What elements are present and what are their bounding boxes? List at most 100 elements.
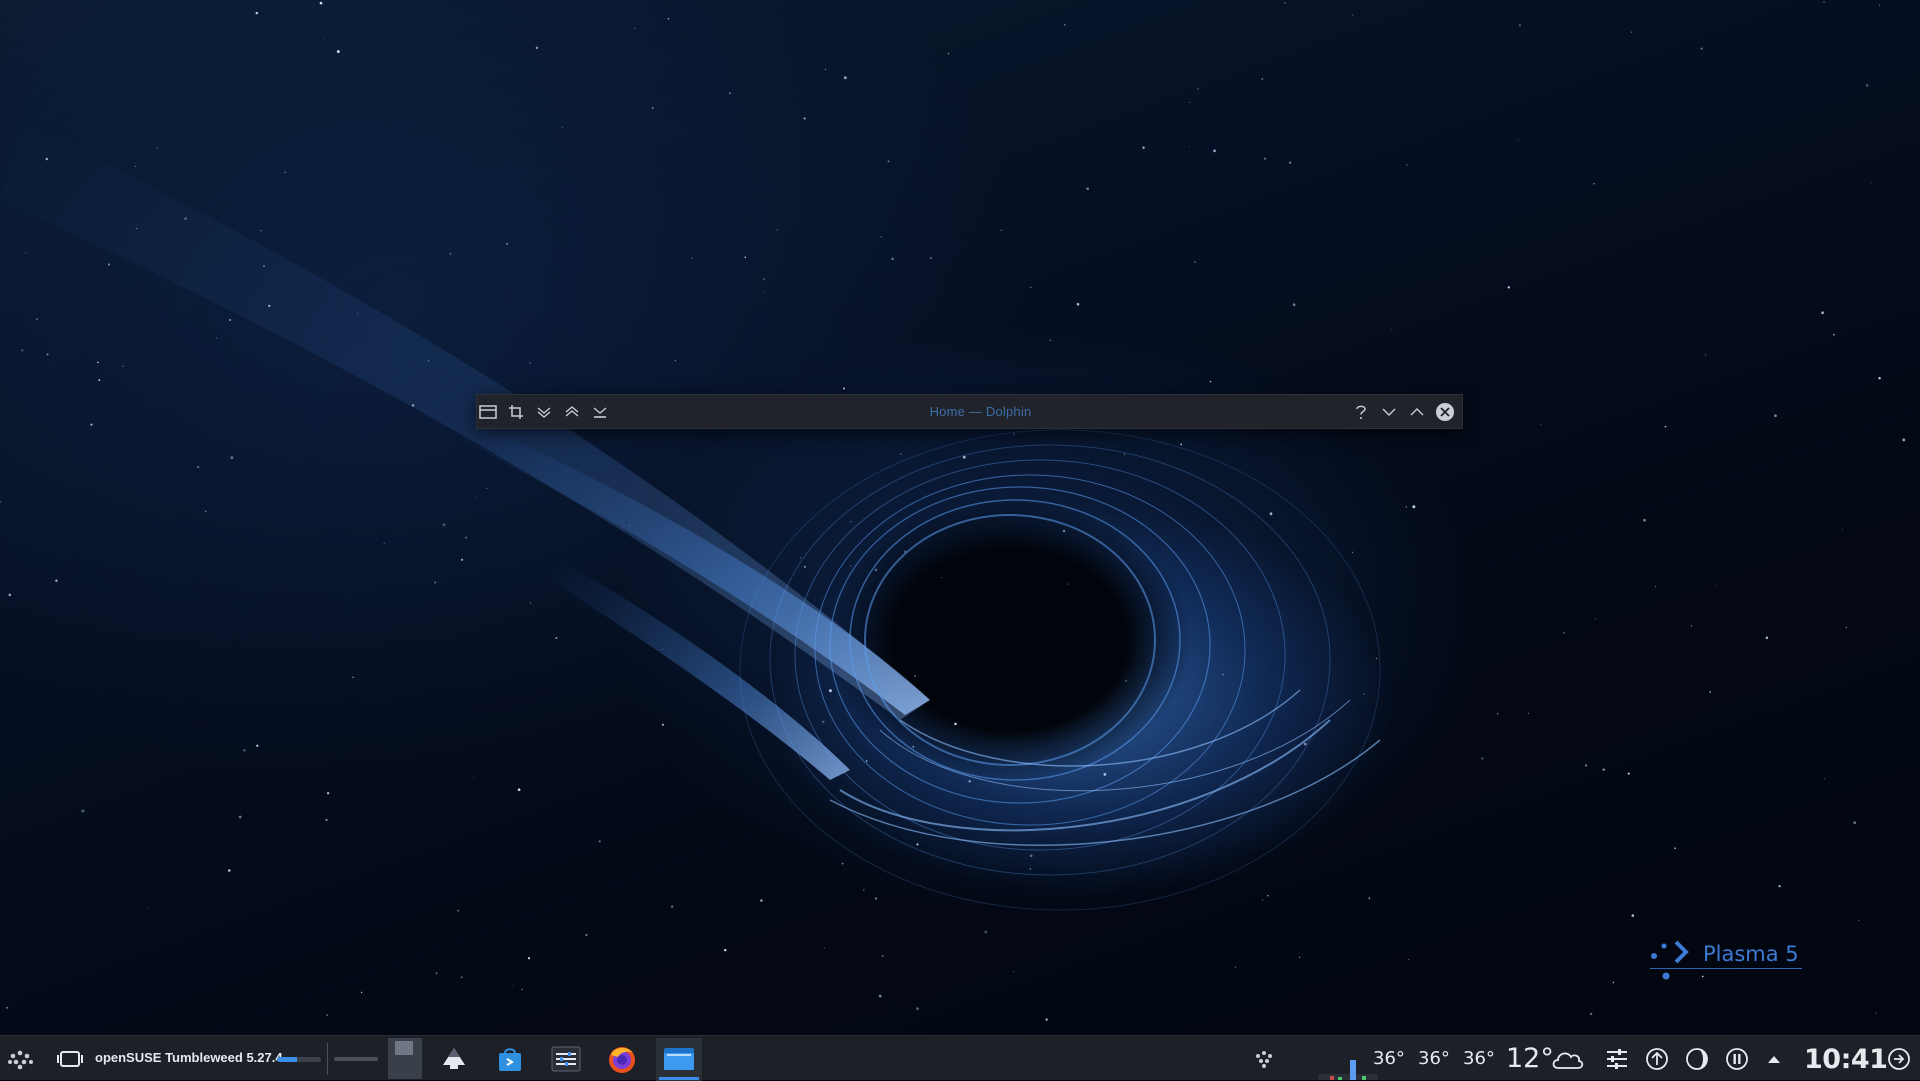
star <box>916 1007 919 1011</box>
star <box>1000 229 1002 231</box>
minimize-icon[interactable] <box>1378 401 1400 423</box>
star <box>6 1006 9 1009</box>
star <box>461 976 463 978</box>
star <box>661 723 664 726</box>
star <box>242 748 246 752</box>
star <box>1631 914 1635 917</box>
star <box>156 147 158 149</box>
star <box>891 257 894 261</box>
inkscape-launcher[interactable] <box>434 1042 474 1076</box>
star <box>1189 101 1191 103</box>
star <box>1213 149 1216 153</box>
dolphin-window-titlebar[interactable]: Home — Dolphin <box>476 394 1463 429</box>
star <box>1303 742 1307 746</box>
star <box>822 720 825 724</box>
star <box>564 1028 566 1029</box>
discover-launcher[interactable] <box>490 1042 530 1076</box>
star <box>585 933 588 936</box>
star <box>122 365 124 367</box>
plasma-logo-underline <box>1650 968 1802 969</box>
virtual-machine-icon[interactable] <box>56 1046 84 1072</box>
tray-expand-icon[interactable] <box>1764 1046 1784 1072</box>
star <box>1013 970 1015 972</box>
weather-temperature[interactable]: 12° <box>1506 1043 1554 1074</box>
system-monitor-graph[interactable] <box>1318 1044 1378 1080</box>
star <box>460 558 464 561</box>
star <box>598 840 601 843</box>
star <box>1067 583 1069 585</box>
star <box>954 722 957 726</box>
dolphin-launcher[interactable] <box>659 1042 699 1076</box>
star <box>1261 899 1264 901</box>
star <box>527 957 531 960</box>
firefox-launcher[interactable] <box>602 1042 642 1076</box>
star <box>1029 868 1032 870</box>
star <box>1865 84 1869 87</box>
star <box>1821 311 1824 315</box>
star <box>850 521 852 523</box>
star <box>1517 140 1519 142</box>
star <box>1902 438 1906 442</box>
pager-slider[interactable] <box>334 1057 378 1061</box>
star <box>319 1 323 5</box>
digital-clock[interactable]: 10:41 <box>1804 1044 1888 1075</box>
keep-above-icon[interactable] <box>561 401 583 423</box>
star <box>651 106 654 110</box>
star <box>1299 956 1301 958</box>
star <box>442 523 446 527</box>
star <box>1363 693 1365 695</box>
star <box>1602 768 1605 771</box>
shade-down-icon[interactable] <box>533 401 555 423</box>
star <box>1643 518 1646 522</box>
close-button[interactable] <box>1434 401 1456 423</box>
crop-icon[interactable] <box>505 401 527 423</box>
star <box>1875 1012 1877 1014</box>
pager-desktop[interactable] <box>388 1038 422 1079</box>
star <box>1612 981 1615 984</box>
star <box>1049 339 1051 341</box>
media-pause-icon[interactable] <box>1724 1046 1750 1072</box>
star <box>1124 453 1126 455</box>
logout-icon[interactable] <box>1886 1046 1912 1072</box>
star <box>824 68 827 70</box>
star <box>1627 772 1630 775</box>
star <box>634 27 636 29</box>
opensuse-updater-icon[interactable] <box>1252 1046 1278 1072</box>
star <box>1841 529 1843 531</box>
star <box>1878 377 1881 380</box>
folder-icon <box>664 1048 694 1070</box>
star <box>555 637 558 639</box>
window-menu-icon[interactable] <box>477 401 499 423</box>
star <box>147 907 149 908</box>
star <box>1879 4 1881 6</box>
star <box>744 256 746 258</box>
application-launcher-button[interactable] <box>6 1044 36 1074</box>
settings-launcher[interactable] <box>546 1042 586 1076</box>
star <box>1188 146 1190 148</box>
star <box>799 557 802 559</box>
help-icon[interactable] <box>1350 401 1372 423</box>
star <box>674 360 676 362</box>
cpu-temp-2[interactable]: 36° <box>1418 1048 1450 1069</box>
star <box>900 453 902 455</box>
maximize-icon[interactable] <box>1406 401 1428 423</box>
cpu-temp-1[interactable]: 36° <box>1373 1048 1405 1069</box>
star <box>238 815 242 819</box>
star <box>434 581 437 584</box>
star <box>435 972 438 974</box>
audio-mixer-icon[interactable] <box>1604 1046 1630 1072</box>
cloud-icon[interactable] <box>1550 1046 1584 1072</box>
update-arrow-icon[interactable] <box>1644 1046 1670 1072</box>
star <box>874 568 878 572</box>
cpu-temp-3[interactable]: 36° <box>1463 1048 1495 1069</box>
star <box>1375 657 1378 660</box>
task-label[interactable]: openSUSE Tumbleweed 5.27.4 <box>95 1050 283 1065</box>
star <box>90 423 93 426</box>
star <box>1589 1012 1593 1016</box>
night-color-icon[interactable] <box>1684 1046 1710 1072</box>
star <box>1062 529 1066 533</box>
star <box>862 888 865 891</box>
keep-below-icon[interactable] <box>589 401 611 423</box>
star <box>1076 303 1080 306</box>
star <box>325 818 328 821</box>
